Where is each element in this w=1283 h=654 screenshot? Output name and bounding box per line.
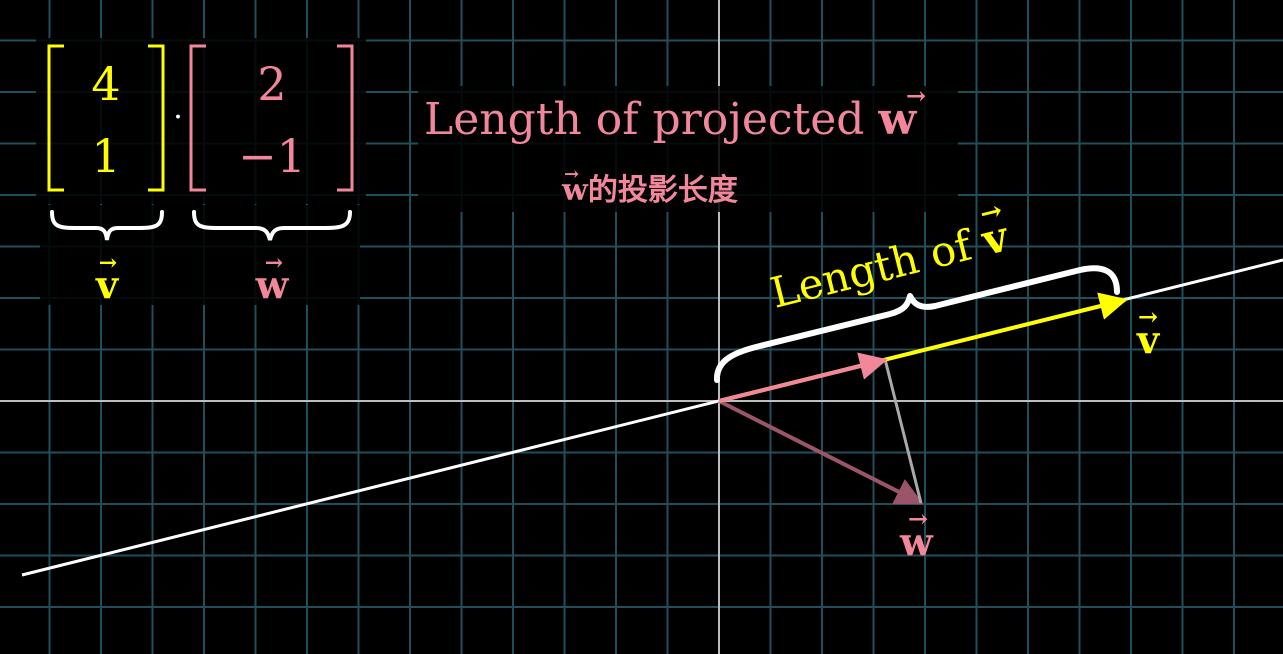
diagram-canvas: Length of v → v → w → 4 1 · 2 −1 v → w → [0, 0, 1283, 654]
plot-label-v-arrow: → [1138, 302, 1158, 331]
plot-label-w: w → [899, 504, 934, 564]
projected-w-arrow [718, 352, 888, 403]
caption-line-1-arrow: → [906, 81, 926, 110]
plot-label-v: v → [1136, 302, 1161, 362]
caption: Length of projected w → w的投影长度 → [418, 81, 958, 212]
under-braces: v → w → [40, 205, 360, 307]
v-brace-label-arrow: → [99, 250, 117, 276]
projection-connector [883, 358, 923, 504]
stage: Length of v → v → w → 4 1 · 2 −1 v → w → [0, 0, 1283, 654]
w-brace-label-arrow: → [265, 250, 283, 276]
caption-line-2-text: 的投影长度 [588, 173, 738, 208]
caption-line-1-text: Length of projected [424, 94, 878, 145]
caption-line-1: Length of projected w [424, 94, 917, 145]
v-component-y: 1 [91, 129, 120, 183]
caption-line-2: w的投影长度 [561, 173, 738, 208]
w-component-x: 2 [257, 57, 286, 111]
v-component-x: 4 [91, 57, 120, 111]
dot-product-expression: 4 1 · 2 −1 [36, 38, 366, 204]
plot-label-w-arrow: → [908, 504, 928, 533]
w-component-y: −1 [238, 129, 306, 183]
caption-line-2-arrow: → [564, 164, 579, 185]
dot-operator: · [173, 100, 183, 135]
